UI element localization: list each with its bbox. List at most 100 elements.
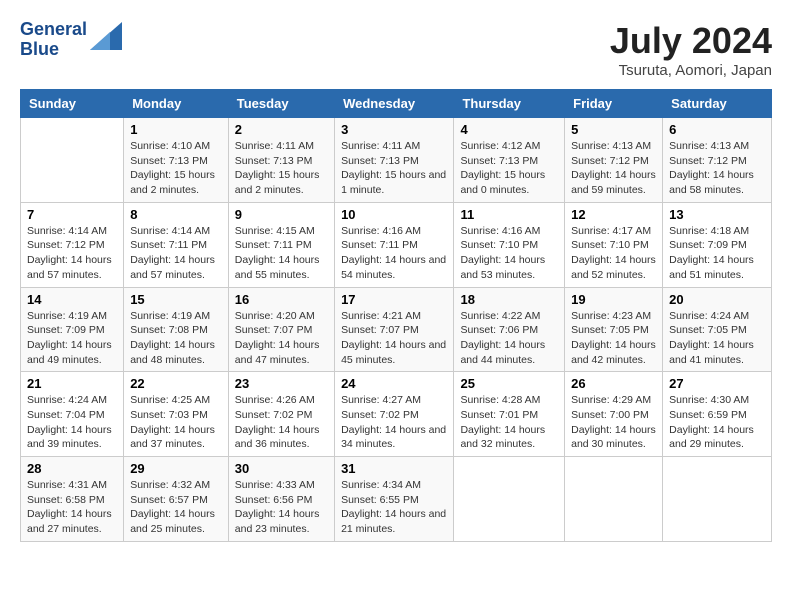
calendar-cell: 4Sunrise: 4:12 AMSunset: 7:13 PMDaylight… xyxy=(454,118,565,203)
calendar-cell: 6Sunrise: 4:13 AMSunset: 7:12 PMDaylight… xyxy=(663,118,772,203)
day-info: Sunrise: 4:26 AMSunset: 7:02 PMDaylight:… xyxy=(235,393,328,452)
day-info: Sunrise: 4:19 AMSunset: 7:08 PMDaylight:… xyxy=(130,309,222,368)
header-thursday: Thursday xyxy=(454,90,565,118)
day-info: Sunrise: 4:16 AMSunset: 7:11 PMDaylight:… xyxy=(341,224,447,283)
day-number: 26 xyxy=(571,376,656,391)
day-number: 7 xyxy=(27,207,117,222)
calendar-cell: 26Sunrise: 4:29 AMSunset: 7:00 PMDayligh… xyxy=(565,372,663,457)
calendar-cell: 3 Sunrise: 4:11 AMSunset: 7:13 PMDaylight… xyxy=(335,118,454,203)
day-info: Sunrise: 4:21 AMSunset: 7:07 PMDaylight:… xyxy=(341,309,447,368)
day-number: 1 xyxy=(130,122,222,137)
day-number: 30 xyxy=(235,461,328,476)
day-info: Sunrise: 4:16 AMSunset: 7:10 PMDaylight:… xyxy=(460,224,558,283)
calendar-cell: 11 Sunrise: 4:16 AMSunset: 7:10 PMDayligh… xyxy=(454,202,565,287)
day-info: Sunrise: 4:28 AMSunset: 7:01 PMDaylight:… xyxy=(460,393,558,452)
calendar-cell: 1 Sunrise: 4:10 AMSunset: 7:13 PMDaylight… xyxy=(124,118,229,203)
day-info: Sunrise: 4:11 AMSunset: 7:13 PMDaylight:… xyxy=(235,139,328,198)
week-row-1: 7 Sunrise: 4:14 AMSunset: 7:12 PMDaylight… xyxy=(21,202,772,287)
day-info: Sunrise: 4:15 AMSunset: 7:11 PMDaylight:… xyxy=(235,224,328,283)
day-number: 5 xyxy=(571,122,656,137)
day-info: Sunrise: 4:14 AMSunset: 7:11 PMDaylight:… xyxy=(130,224,222,283)
day-info: Sunrise: 4:20 AMSunset: 7:07 PMDaylight:… xyxy=(235,309,328,368)
day-info: Sunrise: 4:22 AMSunset: 7:06 PMDaylight:… xyxy=(460,309,558,368)
day-number: 3 xyxy=(341,122,447,137)
day-number: 22 xyxy=(130,376,222,391)
day-number: 25 xyxy=(460,376,558,391)
week-row-2: 14 Sunrise: 4:19 AMSunset: 7:09 PMDayligh… xyxy=(21,287,772,372)
calendar-cell: 27 Sunrise: 4:30 AMSunset: 6:59 PMDayligh… xyxy=(663,372,772,457)
day-info: Sunrise: 4:13 AMSunset: 7:12 PMDaylight:… xyxy=(571,139,656,198)
calendar-cell: 29 Sunrise: 4:32 AMSunset: 6:57 PMDayligh… xyxy=(124,457,229,542)
day-info: Sunrise: 4:11 AMSunset: 7:13 PMDaylight:… xyxy=(341,139,447,198)
calendar-header-row: SundayMondayTuesdayWednesdayThursdayFrid… xyxy=(21,90,772,118)
page-header: General Blue July 2024 Tsuruta, Aomori, … xyxy=(20,20,772,79)
day-info: Sunrise: 4:33 AMSunset: 6:56 PMDaylight:… xyxy=(235,478,328,537)
calendar-cell: 30 Sunrise: 4:33 AMSunset: 6:56 PMDayligh… xyxy=(228,457,334,542)
day-number: 27 xyxy=(669,376,765,391)
calendar-cell: 19 Sunrise: 4:23 AMSunset: 7:05 PMDayligh… xyxy=(565,287,663,372)
header-wednesday: Wednesday xyxy=(335,90,454,118)
calendar-cell: 18 Sunrise: 4:22 AMSunset: 7:06 PMDayligh… xyxy=(454,287,565,372)
calendar-cell: 9Sunrise: 4:15 AMSunset: 7:11 PMDaylight… xyxy=(228,202,334,287)
day-number: 28 xyxy=(27,461,117,476)
day-number: 14 xyxy=(27,292,117,307)
day-info: Sunrise: 4:30 AMSunset: 6:59 PMDaylight:… xyxy=(669,393,765,452)
calendar-cell: 5 Sunrise: 4:13 AMSunset: 7:12 PMDaylight… xyxy=(565,118,663,203)
day-number: 24 xyxy=(341,376,447,391)
day-number: 20 xyxy=(669,292,765,307)
title-block: July 2024 Tsuruta, Aomori, Japan xyxy=(610,20,772,79)
day-number: 11 xyxy=(460,207,558,222)
calendar-body: 1 Sunrise: 4:10 AMSunset: 7:13 PMDaylight… xyxy=(21,118,772,542)
day-number: 23 xyxy=(235,376,328,391)
day-info: Sunrise: 4:27 AMSunset: 7:02 PMDaylight:… xyxy=(341,393,447,452)
day-info: Sunrise: 4:14 AMSunset: 7:12 PMDaylight:… xyxy=(27,224,117,283)
calendar-cell: 23 Sunrise: 4:26 AMSunset: 7:02 PMDayligh… xyxy=(228,372,334,457)
header-saturday: Saturday xyxy=(663,90,772,118)
day-info: Sunrise: 4:17 AMSunset: 7:10 PMDaylight:… xyxy=(571,224,656,283)
day-number: 21 xyxy=(27,376,117,391)
calendar-cell: 10 Sunrise: 4:16 AMSunset: 7:11 PMDayligh… xyxy=(335,202,454,287)
day-number: 12 xyxy=(571,207,656,222)
calendar-cell: 12 Sunrise: 4:17 AMSunset: 7:10 PMDayligh… xyxy=(565,202,663,287)
day-number: 8 xyxy=(130,207,222,222)
day-info: Sunrise: 4:24 AMSunset: 7:04 PMDaylight:… xyxy=(27,393,117,452)
day-info: Sunrise: 4:31 AMSunset: 6:58 PMDaylight:… xyxy=(27,478,117,537)
calendar-table: SundayMondayTuesdayWednesdayThursdayFrid… xyxy=(20,89,772,542)
calendar-cell: 20Sunrise: 4:24 AMSunset: 7:05 PMDayligh… xyxy=(663,287,772,372)
calendar-cell xyxy=(565,457,663,542)
day-info: Sunrise: 4:23 AMSunset: 7:05 PMDaylight:… xyxy=(571,309,656,368)
location: Tsuruta, Aomori, Japan xyxy=(610,62,772,79)
day-number: 31 xyxy=(341,461,447,476)
day-number: 17 xyxy=(341,292,447,307)
calendar-cell xyxy=(21,118,124,203)
day-info: Sunrise: 4:12 AMSunset: 7:13 PMDaylight:… xyxy=(460,139,558,198)
logo: General Blue xyxy=(20,20,122,60)
day-number: 6 xyxy=(669,122,765,137)
day-number: 10 xyxy=(341,207,447,222)
header-monday: Monday xyxy=(124,90,229,118)
day-number: 29 xyxy=(130,461,222,476)
calendar-cell: 2Sunrise: 4:11 AMSunset: 7:13 PMDaylight… xyxy=(228,118,334,203)
day-info: Sunrise: 4:32 AMSunset: 6:57 PMDaylight:… xyxy=(130,478,222,537)
day-number: 13 xyxy=(669,207,765,222)
day-number: 19 xyxy=(571,292,656,307)
day-number: 18 xyxy=(460,292,558,307)
calendar-cell: 28 Sunrise: 4:31 AMSunset: 6:58 PMDayligh… xyxy=(21,457,124,542)
calendar-cell xyxy=(454,457,565,542)
calendar-cell: 25 Sunrise: 4:28 AMSunset: 7:01 PMDayligh… xyxy=(454,372,565,457)
calendar-cell: 7 Sunrise: 4:14 AMSunset: 7:12 PMDaylight… xyxy=(21,202,124,287)
day-info: Sunrise: 4:10 AMSunset: 7:13 PMDaylight:… xyxy=(130,139,222,198)
calendar-cell: 15 Sunrise: 4:19 AMSunset: 7:08 PMDayligh… xyxy=(124,287,229,372)
calendar-cell: 21 Sunrise: 4:24 AMSunset: 7:04 PMDayligh… xyxy=(21,372,124,457)
logo-icon xyxy=(90,22,122,50)
week-row-4: 28 Sunrise: 4:31 AMSunset: 6:58 PMDayligh… xyxy=(21,457,772,542)
week-row-3: 21 Sunrise: 4:24 AMSunset: 7:04 PMDayligh… xyxy=(21,372,772,457)
calendar-cell: 8 Sunrise: 4:14 AMSunset: 7:11 PMDaylight… xyxy=(124,202,229,287)
week-row-0: 1 Sunrise: 4:10 AMSunset: 7:13 PMDaylight… xyxy=(21,118,772,203)
calendar-cell: 14 Sunrise: 4:19 AMSunset: 7:09 PMDayligh… xyxy=(21,287,124,372)
calendar-cell: 24 Sunrise: 4:27 AMSunset: 7:02 PMDayligh… xyxy=(335,372,454,457)
day-number: 15 xyxy=(130,292,222,307)
day-info: Sunrise: 4:19 AMSunset: 7:09 PMDaylight:… xyxy=(27,309,117,368)
calendar-cell: 22 Sunrise: 4:25 AMSunset: 7:03 PMDayligh… xyxy=(124,372,229,457)
day-info: Sunrise: 4:25 AMSunset: 7:03 PMDaylight:… xyxy=(130,393,222,452)
